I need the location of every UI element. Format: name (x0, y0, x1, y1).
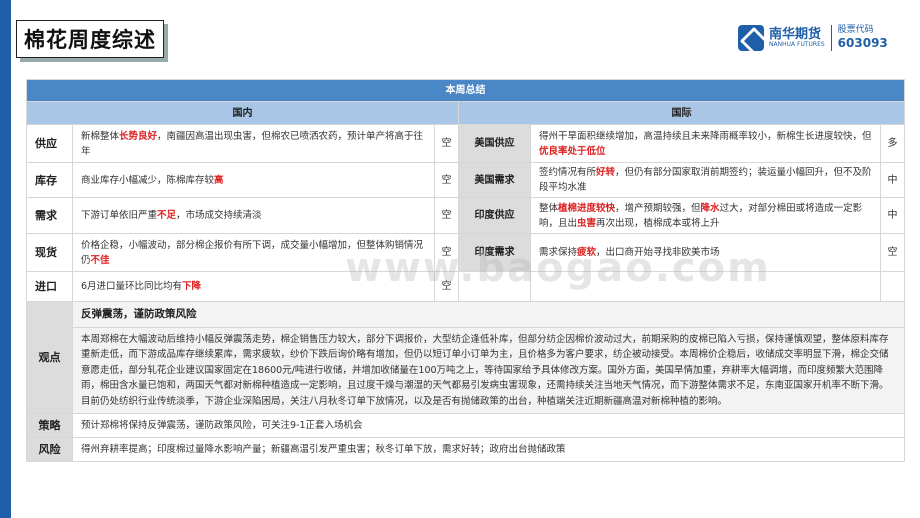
table-row: 供应 新棉整体长势良好，南疆因高温出现虫害，但棉农已喷洒农药，预计单产将高于往年空… (26, 124, 906, 163)
domestic-text: 下游订单依旧严重不足，市场成交持续清淡 (72, 197, 435, 234)
risk-row: 风险 得州弃耕率提高；印度棉过量降水影响产量；新疆高温引发严重虫害；秋冬订单下放，… (26, 437, 906, 463)
row-label: 现货 (26, 233, 73, 272)
intl-row-label: 美国需求 (458, 162, 531, 198)
empty-cell (530, 271, 881, 302)
intl-signal: 中 (879, 197, 906, 234)
domestic-text: 价格企稳，小幅波动，部分棉企报价有所下调，成交量小幅增加，但整体购销情况仍不佳 (72, 233, 435, 272)
intl-row-label: 印度需求 (458, 233, 531, 272)
text-segment: 整体 (539, 202, 559, 214)
domestic-text: 商业库存小幅减少，陈棉库存较高 (72, 162, 435, 198)
highlight-text: 优良率处于低位 (539, 145, 606, 157)
view-row: 观点 反弹震荡，谨防政策风险 (26, 300, 906, 415)
view-label: 观点 (26, 300, 73, 415)
highlight-text: 下降 (182, 281, 202, 292)
intl-signal: 多 (879, 124, 906, 163)
intl-row-label: 美国供应 (458, 124, 531, 163)
domestic-text: 6月进口量环比同比均有下降 (72, 271, 435, 302)
highlight-text: 不佳 (90, 254, 110, 266)
empty-cell (879, 271, 906, 302)
domestic-signal: 空 (434, 162, 459, 198)
empty-cell (458, 271, 531, 302)
page-title: 棉花周度综述 (16, 20, 164, 58)
company-logo: 南华期货 NANHUA FUTURES 股票代码 603093 (738, 22, 908, 54)
view-title: 反弹震荡，谨防政策风险 (71, 301, 906, 328)
highlight-text: 植棉进度较快 (558, 202, 616, 214)
risk-text: 得州弃耕率提高；印度棉过量降水影响产量；新疆高温引发严重虫害；秋冬订单下放，需求… (71, 437, 906, 463)
domestic-signal: 空 (434, 233, 459, 272)
intl-text: 需求保持疲软，出口商开始寻找非欧美市场 (530, 233, 881, 272)
text-segment: 得州干旱面积继续增加，高温持续且未来降雨概率较小，新棉生长进度较快，但 (539, 130, 872, 142)
left-accent-bar (0, 0, 11, 518)
text-segment: 6月进口量环比同比均有 (81, 281, 183, 292)
risk-label: 风险 (26, 437, 73, 463)
strategy-label: 策略 (26, 413, 73, 439)
strategy-row: 策略 预计郑棉将保持反弹震荡，谨防政策风险，可关注9-1正套入场机会 (26, 413, 906, 439)
intl-signal: 中 (879, 162, 906, 198)
text-segment: 下游订单依旧严重 (81, 210, 158, 221)
table-row: 需求 下游订单依旧严重不足，市场成交持续清淡空印度供应 整体植棉进度较快，增产预期较… (26, 197, 906, 234)
logo-name-cn: 南华期货 (769, 26, 822, 42)
stock-code-label: 股票代码 (837, 25, 874, 36)
intl-text: 整体植棉进度较快，增产预期较强，但降水过大，对部分棉田或将造成一定影响，且出虫害… (530, 197, 881, 234)
domestic-header: 国内 (26, 101, 459, 125)
table-row: 库存 商业库存小幅减少，陈棉库存较高空美国需求 签约情况有所好转，但仍有部分国家取消… (26, 162, 906, 198)
row-label: 库存 (26, 162, 73, 198)
text-segment: ，增产预期较强，但 (615, 202, 701, 214)
international-header: 国际 (457, 101, 906, 125)
view-body-row: 本周郑棉在大幅波动后维持小幅反弹震荡走势，棉企销售压力较大，部分下调报价，大型纺… (27, 326, 906, 415)
text-segment: 价格企稳，小幅波动，部分棉企报价有所下调，成交量小幅增加，但整体购销情况仍 (81, 239, 424, 266)
highlight-text: 疲软 (577, 247, 597, 258)
table-row: 现货 价格企稳，小幅波动，部分棉企报价有所下调，成交量小幅增加，但整体购销情况仍不… (26, 233, 906, 272)
nanhua-logo-icon (738, 25, 764, 51)
summary-table: 本周总结 国内 国际 供应 新棉整体长势良好，南疆因高温出现虫害，但棉农已喷洒农药… (25, 79, 906, 463)
domestic-signal: 空 (434, 124, 459, 163)
domestic-signal: 空 (434, 271, 459, 302)
text-segment: ，出口商开始寻找非欧美市场 (596, 247, 720, 258)
domestic-text: 新棉整体长势良好，南疆因高温出现虫害，但棉农已喷洒农药，预计单产将高于往年 (72, 124, 435, 163)
row-label: 进口 (26, 271, 73, 302)
text-segment: 再次出现，植棉成本或将上升 (596, 217, 720, 229)
domestic-signal: 空 (434, 197, 459, 234)
intl-text: 得州干旱面积继续增加，高温持续且未来降雨概率较小，新棉生长进度较快，但优良率处于… (530, 124, 881, 163)
logo-name-en: NANHUA FUTURES (769, 40, 825, 48)
stock-code: 603093 (837, 36, 888, 51)
highlight-text: 虫害 (577, 217, 597, 229)
text-segment: ，市场成交持续清淡 (176, 210, 262, 221)
intl-row-label: 印度供应 (458, 197, 531, 234)
row-label: 供应 (26, 124, 73, 163)
highlight-text: 高 (214, 174, 224, 186)
logo-divider (830, 25, 832, 51)
summary-header: 本周总结 (25, 79, 906, 102)
text-segment: 签约情况有所 (539, 167, 597, 178)
text-segment: 商业库存小幅减少，陈棉库存较 (81, 174, 215, 186)
highlight-text: 好转 (596, 167, 616, 178)
highlight-text: 不足 (157, 210, 177, 221)
intl-signal: 空 (879, 233, 906, 272)
highlight-text: 长势良好 (119, 130, 158, 142)
table-row: 进口 6月进口量环比同比均有下降空 (26, 271, 906, 302)
intl-text: 签约情况有所好转，但仍有部分国家取消前期签约；装运量小幅回升，但不及阶段平均水准 (530, 162, 881, 198)
view-text: 本周郑棉在大幅波动后维持小幅反弹震荡走势，棉企销售压力较大，部分下调报价，大型纺… (71, 326, 906, 415)
text-segment: 需求保持 (539, 247, 578, 258)
row-label: 需求 (26, 197, 73, 234)
text-segment: 新棉整体 (81, 130, 120, 142)
strategy-text: 预计郑棉将保持反弹震荡，谨防政策风险，可关注9-1正套入场机会 (71, 413, 906, 439)
highlight-text: 降水 (700, 202, 720, 214)
